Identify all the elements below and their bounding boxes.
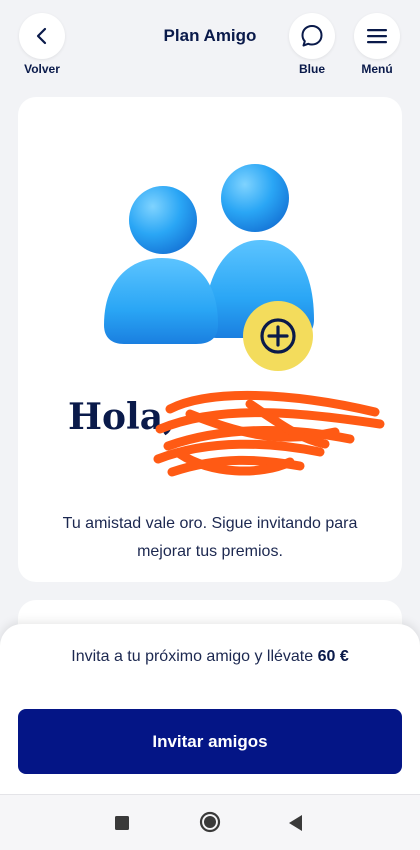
invite-text-prefix: Invita a tu próximo amigo y llévate xyxy=(71,648,318,665)
system-nav-bar xyxy=(0,794,420,850)
invite-friends-button[interactable]: Invitar amigos xyxy=(18,709,402,774)
square-icon[interactable] xyxy=(114,815,130,831)
chat-button[interactable] xyxy=(289,13,335,59)
chat-bubble-icon xyxy=(301,25,323,47)
triangle-back-icon[interactable] xyxy=(287,814,303,832)
hero-message: Tu amistad vale oro. Sigue invitando par… xyxy=(62,515,358,560)
chat-label: Blue xyxy=(298,62,325,76)
users-add-icon xyxy=(104,164,314,371)
invite-text: Invita a tu próximo amigo y llévate 60 € xyxy=(0,648,420,666)
invite-amount: 60 € xyxy=(317,648,349,665)
menu-button[interactable] xyxy=(354,13,400,59)
redaction-scribble xyxy=(153,390,385,477)
top-bar: Volver Plan Amigo Blue Menú xyxy=(0,0,420,90)
hamburger-menu-icon xyxy=(367,29,387,44)
back-label: Volver xyxy=(24,62,60,76)
circle-icon[interactable] xyxy=(199,811,221,833)
menu-label: Menú xyxy=(361,62,393,76)
